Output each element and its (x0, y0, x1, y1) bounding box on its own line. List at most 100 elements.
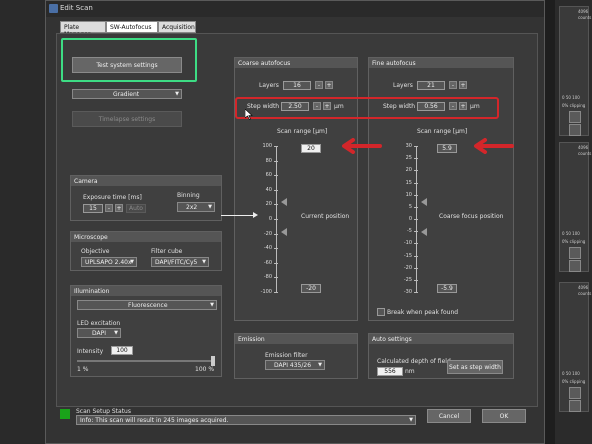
fine-layers-plus[interactable]: + (459, 81, 467, 89)
coarse-upper-marker[interactable] (281, 198, 287, 206)
scale-tick-label: 15 (405, 179, 412, 186)
scale-tick-mark (414, 231, 418, 233)
scale-tick-label: 10 (405, 191, 412, 198)
fine-lower-marker[interactable] (421, 228, 427, 236)
intensity-slider[interactable] (77, 360, 215, 362)
emission-filter-label: Emission filter (265, 352, 308, 359)
auto-button[interactable]: Auto (126, 204, 146, 213)
scale-tick-label: 60 (265, 172, 272, 179)
clipping-label: 0% clipping (562, 103, 586, 108)
status-indicator (60, 409, 70, 419)
coarse-top-input[interactable]: 20 (301, 144, 321, 153)
window-title: Edit Scan (60, 4, 93, 12)
intensity-input[interactable]: 100 (111, 346, 133, 355)
scale-tick-mark (414, 146, 418, 147)
scale-tick-mark (414, 219, 418, 220)
binning-value: 2x2 (186, 204, 198, 211)
microscope-panel-title: Microscope (71, 232, 221, 242)
scale-tick-label: -5 (407, 228, 412, 235)
scale-tick-mark (414, 255, 418, 257)
coarse-current-position-label: Current position (301, 213, 350, 220)
fine-layers-minus[interactable]: - (449, 81, 457, 89)
scale-tick-label: 100 (262, 143, 272, 149)
histogram-max: 4096 (578, 145, 589, 150)
zoom-icon[interactable] (569, 111, 581, 123)
illumination-panel: Illumination Fluorescence ▼ LED excitatio… (70, 285, 222, 377)
fine-layers-label: Layers (393, 82, 413, 89)
highlight-red-box (235, 97, 499, 119)
set-as-step-width-button[interactable]: Set as step width (447, 360, 503, 374)
fine-bottom-input[interactable]: -5.9 (437, 284, 457, 293)
fine-upper-marker[interactable] (421, 198, 427, 206)
scale-tick-label: -20 (403, 264, 412, 271)
histogram-max: 4096 (578, 285, 589, 290)
intensity-slider-thumb[interactable] (211, 356, 215, 366)
background-left (0, 0, 45, 444)
exposure-input[interactable]: 15 (83, 204, 103, 213)
scale-tick-label: -25 (403, 276, 412, 283)
scale-tick-label: 0 (408, 216, 412, 222)
filter-cube-select[interactable]: DAPI/FITC/Cy5 SEM ▼ (151, 257, 209, 267)
histogram-axis: 0 50 100 (562, 231, 580, 236)
histogram-axis: 0 50 100 (562, 95, 580, 100)
scale-tick-label: 25 (405, 155, 412, 162)
illumination-panel-title: Illumination (71, 286, 221, 296)
ok-button[interactable]: OK (482, 409, 526, 423)
exposure-minus[interactable]: - (105, 204, 113, 212)
histogram-panel: 4096 counts 0 50 100 0% clipping (559, 142, 591, 272)
coarse-layers-input[interactable]: 16 (283, 81, 311, 90)
scale-tick-mark (414, 279, 418, 281)
scale-tick-label: -30 (403, 289, 412, 295)
coarse-lower-marker[interactable] (281, 228, 287, 236)
histogram-max: 4096 (578, 9, 589, 14)
coarse-layers-minus[interactable]: - (315, 81, 323, 89)
scale-tick-mark (274, 146, 278, 147)
scale-tick-label: -60 (263, 259, 272, 266)
scale-tick-mark (414, 292, 418, 293)
cancel-button[interactable]: Cancel (427, 409, 471, 423)
scale-tick-mark (274, 248, 278, 250)
emission-filter-value: DAPI 435/26 (274, 362, 312, 369)
scale-tick-mark (274, 277, 278, 279)
filter-cube-value: DAPI/FITC/Cy5 SEM (155, 259, 198, 266)
break-peak-checkbox[interactable] (377, 308, 385, 316)
title-bar: Edit Scan (46, 1, 544, 17)
hand-icon[interactable] (569, 260, 581, 272)
coarse-bottom-input[interactable]: -20 (301, 284, 321, 293)
tab-sw-autofocus[interactable]: SW-Autofocus (106, 21, 158, 33)
illumination-mode-select[interactable]: Fluorescence ▼ (77, 300, 217, 310)
scale-tick-mark (274, 175, 278, 177)
break-peak-label: Break when peak found (387, 309, 459, 316)
binning-select[interactable]: 2x2 ▼ (177, 202, 215, 212)
hand-icon[interactable] (569, 400, 581, 412)
fine-top-input[interactable]: 5.9 (437, 144, 457, 153)
exposure-plus[interactable]: + (115, 204, 123, 212)
led-select[interactable]: DAPI ▼ (77, 328, 121, 338)
edit-scan-dialog: Edit Scan Plate Manager SW-Autofocus Acq… (45, 0, 545, 444)
led-value: DAPI (92, 330, 107, 337)
scale-tick-mark (274, 233, 278, 235)
scale-tick-label: 30 (405, 143, 412, 149)
emission-filter-select[interactable]: DAPI 435/26 ▼ (265, 360, 325, 370)
objective-value: UPLSAPO 2.40x (85, 259, 132, 266)
illumination-mode-value: Fluorescence (128, 302, 168, 309)
coarse-layers-plus[interactable]: + (325, 81, 333, 89)
scale-tick-label: 5 (408, 203, 412, 210)
camera-panel-title: Camera (71, 176, 221, 186)
coarse-layers-label: Layers (259, 82, 279, 89)
scale-tick-label: 0 (268, 216, 272, 222)
gradient-select[interactable]: Gradient ▼ (72, 89, 182, 99)
hand-icon[interactable] (569, 124, 581, 136)
auto-settings-panel: Auto settings Calculated depth of field … (368, 333, 514, 379)
depth-of-field-unit: nm (405, 368, 415, 375)
timelapse-settings-button[interactable]: Timelapse settings (72, 111, 182, 127)
tab-acquisition[interactable]: Acquisition (158, 21, 196, 33)
objective-select[interactable]: UPLSAPO 2.40x ▼ (81, 257, 137, 267)
zoom-icon[interactable] (569, 387, 581, 399)
scale-tick-label: 20 (265, 201, 272, 208)
emission-panel-title: Emission (235, 334, 357, 344)
zoom-icon[interactable] (569, 247, 581, 259)
status-message[interactable]: Info: This scan will result in 245 image… (76, 415, 416, 425)
tab-plate-manager[interactable]: Plate Manager (60, 21, 106, 38)
fine-layers-input[interactable]: 21 (417, 81, 445, 90)
